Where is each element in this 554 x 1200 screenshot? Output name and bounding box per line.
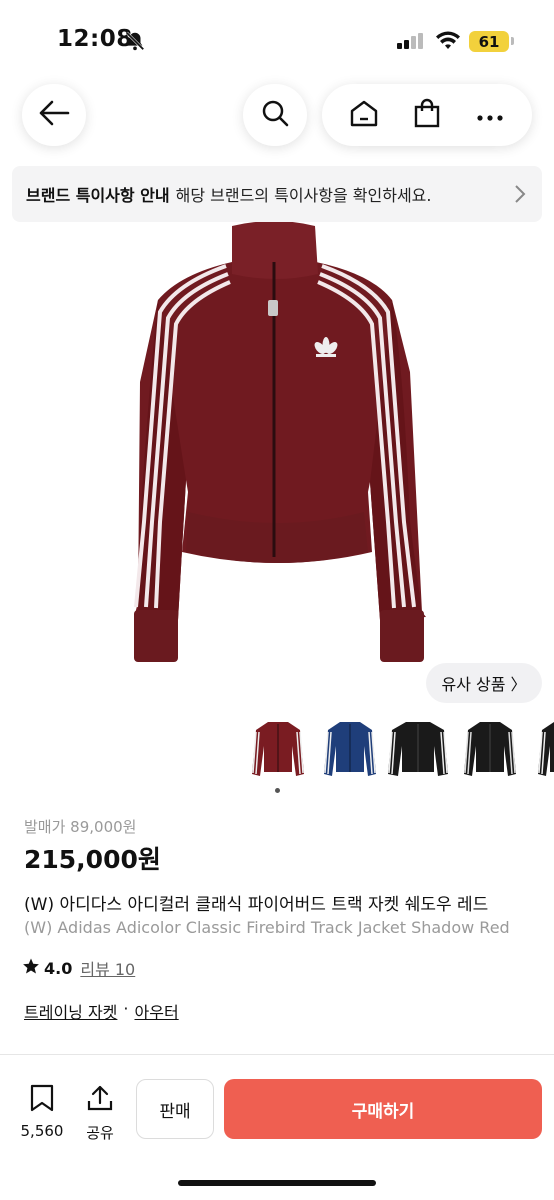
bell-off-icon (124, 30, 146, 56)
more-icon (477, 106, 503, 125)
bookmark-icon (29, 1084, 55, 1116)
thumbnail-2[interactable] (318, 716, 382, 784)
category-training-jacket[interactable]: 트레이닝 자켓 (24, 999, 117, 1023)
thumbnail-4[interactable] (458, 716, 522, 784)
product-image[interactable] (0, 221, 554, 702)
category-breadcrumb: 트레이닝 자켓 · 아우터 (24, 999, 179, 1023)
chevron-right-icon (514, 184, 526, 208)
bottom-action-bar: 5,560 공유 판매 구매하기 (0, 1062, 554, 1172)
home-icon (349, 99, 379, 131)
home-indicator (178, 1180, 376, 1186)
carousel-indicator (275, 788, 280, 793)
signal-icon (397, 33, 425, 53)
share-icon (86, 1084, 114, 1116)
share-button[interactable]: 공유 (78, 1084, 122, 1143)
bookmark-count: 5,560 (20, 1122, 64, 1140)
wifi-icon (436, 31, 460, 55)
thumbnail-3[interactable] (386, 716, 450, 784)
release-price: 발매가 89,000원 (24, 818, 137, 836)
buy-button[interactable]: 구매하기 (224, 1079, 542, 1139)
battery-tip (511, 37, 514, 45)
back-button[interactable] (22, 84, 86, 146)
brand-notice-message: 해당 브랜드의 특이사항을 확인하세요. (175, 186, 432, 205)
review-link[interactable]: 리뷰 10 (80, 956, 135, 980)
product-title-ko: (W) 아디다스 아디컬러 클래식 파이어버드 트랙 자켓 쉐도우 레드 (24, 895, 489, 915)
price: 215,000원 (24, 845, 161, 874)
share-label: 공유 (86, 1124, 114, 1142)
status-time: 12:08 (57, 26, 133, 52)
shopping-bag-icon (413, 98, 441, 132)
similar-products-button[interactable]: 유사 상품 〉 (426, 663, 542, 703)
search-button[interactable] (243, 84, 307, 146)
thumbnail-strip (0, 716, 554, 786)
home-button[interactable] (336, 87, 392, 143)
bookmark-button[interactable]: 5,560 (18, 1084, 66, 1140)
brand-notice-title: 브랜드 특이사항 안내 (26, 186, 170, 205)
category-outer[interactable]: 아우터 (135, 999, 179, 1023)
thumbnail-1[interactable] (246, 716, 310, 784)
shopping-bag-button[interactable] (399, 87, 455, 143)
status-bar: 12:08 61 (0, 0, 554, 80)
divider (0, 1054, 554, 1055)
category-separator: · (123, 999, 129, 1018)
rating-value: 4.0 (44, 958, 73, 978)
sell-button[interactable]: 판매 (136, 1079, 214, 1139)
back-arrow-icon (38, 99, 70, 131)
battery-indicator: 61 (469, 31, 509, 52)
search-icon (260, 98, 290, 132)
product-title-en: (W) Adidas Adicolor Classic Firebird Tra… (24, 918, 510, 937)
star-icon (22, 957, 40, 979)
more-button[interactable] (462, 87, 518, 143)
rating-score: 4.0 (22, 957, 72, 979)
thumbnail-5[interactable] (532, 716, 554, 784)
top-action-group (322, 84, 532, 146)
brand-notice-banner[interactable]: 브랜드 특이사항 안내 해당 브랜드의 특이사항을 확인하세요. (12, 166, 542, 222)
rating-row: 4.0 리뷰 10 (22, 956, 135, 980)
